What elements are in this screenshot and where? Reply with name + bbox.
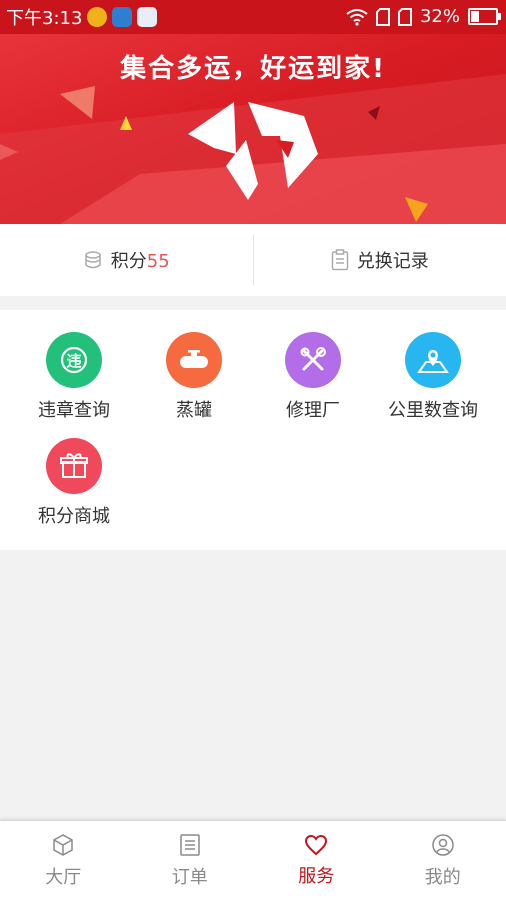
status-bar: 下午3:13 32% xyxy=(0,0,506,34)
service-label: 公里数查询 xyxy=(373,396,493,422)
service-label: 积分商城 xyxy=(14,502,134,528)
clipboard-icon xyxy=(331,249,349,271)
battery-icon xyxy=(468,8,498,25)
tab-label: 大厅 xyxy=(45,863,81,889)
service-points-mall[interactable]: 积分商城 xyxy=(14,438,134,528)
service-label: 修理厂 xyxy=(253,396,373,422)
tab-services[interactable]: 服务 xyxy=(253,821,380,901)
box-icon xyxy=(51,833,75,857)
tab-label: 我的 xyxy=(425,863,461,889)
service-violation-query[interactable]: 违 违章查询 xyxy=(14,332,134,422)
points-value: 55 xyxy=(147,251,170,272)
bottom-tab-bar: 大厅 订单 服务 我的 xyxy=(0,820,506,901)
gift-icon xyxy=(46,438,102,494)
tab-mine[interactable]: 我的 xyxy=(380,821,506,901)
service-label: 违章查询 xyxy=(14,396,134,422)
exchange-record-cell[interactable]: 兑换记录 xyxy=(254,224,506,296)
banner-slogan: 集合多运，好运到家! xyxy=(0,48,506,85)
heart-icon xyxy=(304,834,328,856)
wifi-icon xyxy=(346,8,368,26)
tab-label: 服务 xyxy=(298,862,334,888)
tab-label: 订单 xyxy=(172,863,208,889)
services-grid: 违 违章查询 蒸罐 修理厂 xyxy=(0,310,506,550)
points-cell[interactable]: 积分55 xyxy=(0,224,253,296)
user-icon xyxy=(431,833,455,857)
service-repair-shop[interactable]: 修理厂 xyxy=(253,332,373,422)
wrench-icon xyxy=(285,332,341,388)
violation-icon: 违 xyxy=(46,332,102,388)
document-icon xyxy=(179,833,201,857)
svg-text:违: 违 xyxy=(66,352,81,370)
promo-banner[interactable]: 集合多运，好运到家! xyxy=(0,34,506,224)
tank-icon xyxy=(166,332,222,388)
status-time: 下午3:13 xyxy=(6,4,82,30)
coins-icon xyxy=(83,250,103,270)
exchange-record-label: 兑换记录 xyxy=(357,247,429,273)
battery-percent: 32% xyxy=(420,6,460,27)
points-label: 积分 xyxy=(111,251,147,272)
app-notification-icon xyxy=(87,7,107,27)
service-mileage-query[interactable]: 公里数查询 xyxy=(373,332,493,422)
points-row: 积分55 兑换记录 xyxy=(0,224,506,296)
brand-logo-icon xyxy=(184,96,324,206)
tab-orders[interactable]: 订单 xyxy=(127,821,254,901)
sim-card-icon-2 xyxy=(398,8,412,26)
map-pin-icon xyxy=(405,332,461,388)
sim-card-icon xyxy=(376,8,390,26)
tab-hall[interactable]: 大厅 xyxy=(0,821,127,901)
service-label: 蒸罐 xyxy=(134,396,254,422)
message-notification-icon xyxy=(137,7,157,27)
scan-notification-icon xyxy=(112,7,132,27)
service-tank-steaming[interactable]: 蒸罐 xyxy=(134,332,254,422)
